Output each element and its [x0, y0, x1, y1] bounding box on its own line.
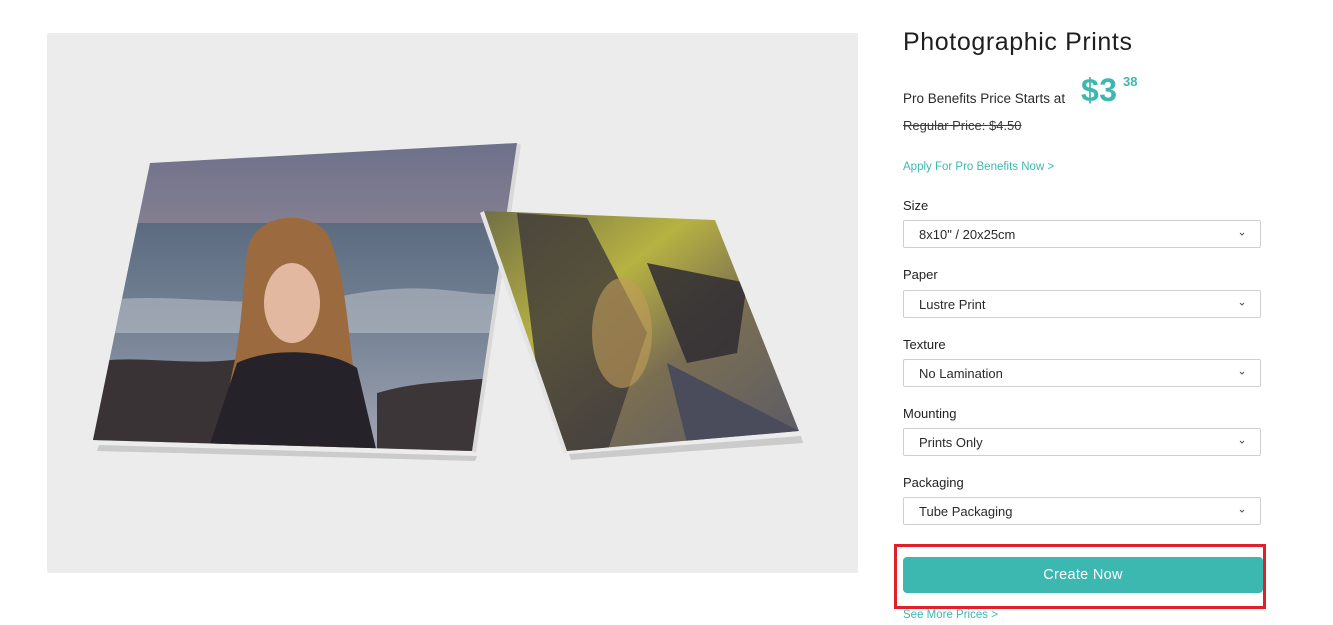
texture-select-value: No Lamination: [919, 366, 1003, 381]
chevron-down-icon: [1239, 509, 1245, 513]
pro-price-dollars: $3: [1081, 72, 1118, 108]
size-label: Size: [903, 198, 929, 213]
product-image-panel: [47, 33, 858, 573]
packaging-select[interactable]: Tube Packaging: [903, 497, 1261, 525]
pro-price-cents: 38: [1123, 74, 1138, 89]
apply-pro-benefits-link[interactable]: Apply For Pro Benefits Now >: [903, 161, 1054, 173]
chevron-down-icon: [1239, 302, 1245, 306]
texture-label: Texture: [903, 337, 946, 352]
paper-select-value: Lustre Print: [919, 297, 986, 312]
mounting-label: Mounting: [903, 406, 957, 421]
paper-select[interactable]: Lustre Print: [903, 290, 1261, 318]
paper-label: Paper: [903, 267, 938, 282]
regular-price: Regular Price: $4.50: [903, 118, 1022, 133]
chevron-down-icon: [1239, 371, 1245, 375]
mounting-select-value: Prints Only: [919, 435, 983, 450]
mounting-select[interactable]: Prints Only: [903, 428, 1261, 456]
product-page: Photographic Prints Pro Benefits Price S…: [0, 0, 1333, 625]
product-title: Photographic Prints: [903, 28, 1133, 56]
chevron-down-icon: [1239, 232, 1245, 236]
packaging-label: Packaging: [903, 475, 964, 490]
pro-price-label: Pro Benefits Price Starts at: [903, 91, 1066, 106]
texture-select[interactable]: No Lamination: [903, 359, 1261, 387]
size-select[interactable]: 8x10" / 20x25cm: [903, 220, 1261, 248]
size-select-value: 8x10" / 20x25cm: [919, 227, 1016, 242]
see-more-prices-link[interactable]: See More Prices >: [903, 609, 998, 621]
product-photo-prints-image: [93, 143, 803, 461]
chevron-down-icon: [1239, 440, 1245, 444]
create-now-button[interactable]: Create Now: [903, 557, 1263, 593]
packaging-select-value: Tube Packaging: [919, 504, 1013, 519]
